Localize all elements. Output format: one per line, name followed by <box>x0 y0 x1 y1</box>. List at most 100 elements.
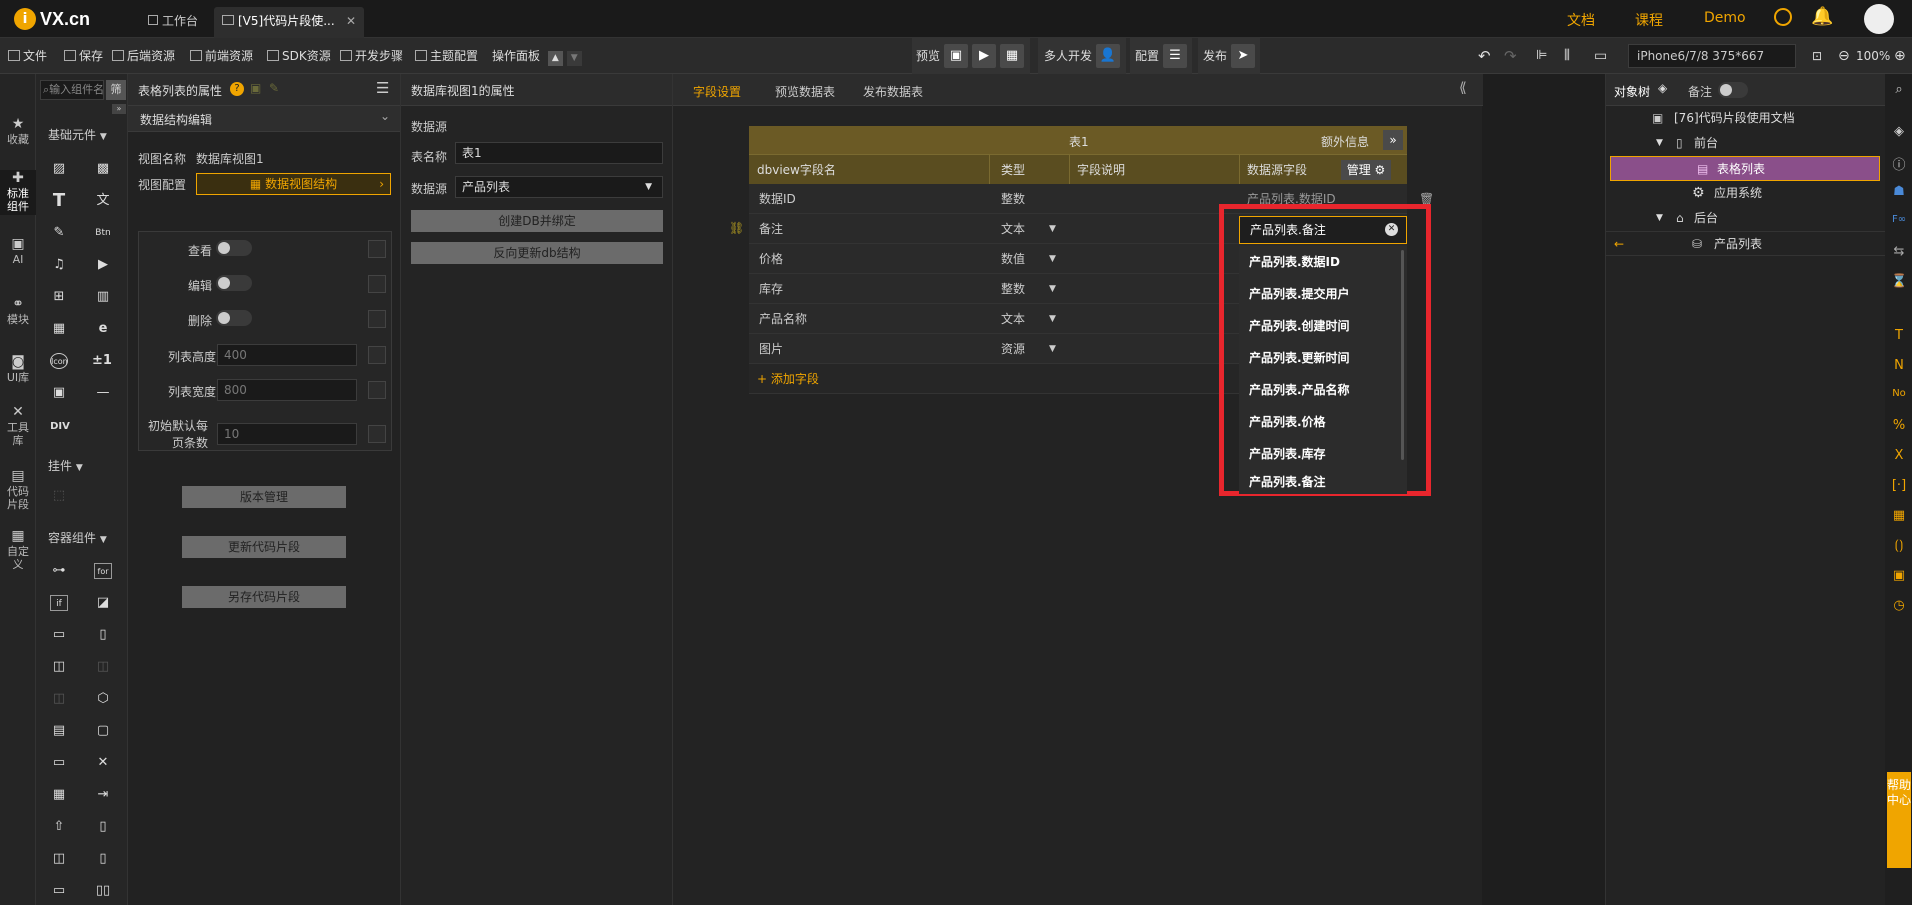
close-icon[interactable]: ✕ <box>346 7 356 35</box>
undo-icon[interactable]: ↶ <box>1478 38 1491 74</box>
chart-icon[interactable]: ▥ <box>94 289 112 305</box>
arrow-down-icon[interactable]: ▼ <box>566 51 582 66</box>
users-icon[interactable]: 👤 <box>1096 44 1120 68</box>
shield-icon[interactable]: ⬡ <box>94 691 112 707</box>
section-plugins[interactable]: 挂件 ▼ <box>48 457 83 474</box>
dropdown-option[interactable]: 产品列表.创建时间 <box>1239 310 1401 342</box>
manage-button[interactable]: 管理 ⚙ <box>1341 160 1391 180</box>
video-icon[interactable]: ▶ <box>94 257 112 273</box>
dropdown-option[interactable]: 产品列表.备注 <box>1239 470 1407 494</box>
send-icon[interactable]: ➤ <box>1231 44 1255 68</box>
notes-toggle[interactable] <box>1718 82 1748 98</box>
marquee-icon[interactable]: ⊞ <box>50 289 68 305</box>
dropdown-option[interactable]: 产品列表.库存 <box>1239 438 1401 470</box>
table-icon[interactable]: ▦ <box>50 787 68 803</box>
tab-icon[interactable]: ▭ <box>50 883 68 899</box>
source-select[interactable]: 产品列表 ▼ <box>455 176 663 198</box>
logo[interactable]: i VX.cn <box>14 7 90 31</box>
divider-icon[interactable]: — <box>94 385 112 401</box>
docs-link[interactable]: 文档 <box>1567 10 1595 30</box>
search-icon[interactable]: ⌕ <box>1891 82 1907 97</box>
type-object-icon[interactable]: ⟮⟯ <box>1891 538 1907 553</box>
sdk-resources[interactable]: SDK资源 <box>267 38 331 74</box>
icon-component-icon[interactable]: Icon <box>50 353 68 369</box>
caret-down-icon[interactable]: ▼ <box>1049 274 1056 304</box>
dev-steps[interactable]: 开发步骤 <box>340 38 403 74</box>
play-icon[interactable]: ▶ <box>972 44 996 68</box>
div-component[interactable]: DIV <box>48 419 72 435</box>
container-icon[interactable]: ◫ <box>94 659 112 675</box>
dropdown-option[interactable]: 产品列表.价格 <box>1239 406 1401 438</box>
cube-icon[interactable]: ◈ <box>1891 124 1907 139</box>
expand-icon[interactable]: » <box>1383 130 1403 150</box>
sliders-icon[interactable]: ☰ <box>1163 44 1187 68</box>
qrcode-icon[interactable]: ▣ <box>50 385 68 401</box>
music-icon[interactable]: ♫ <box>50 257 68 273</box>
tab-notes[interactable]: 备注 <box>1688 83 1712 100</box>
shuffle-icon[interactable]: ✕ <box>94 755 112 771</box>
book-icon[interactable]: ▯▯ <box>94 883 112 899</box>
tree-node-app-system[interactable]: ⚙ 应用系统 <box>1606 181 1886 206</box>
flow-icon[interactable]: ⊶ <box>50 563 68 579</box>
section-container[interactable]: 容器组件 ▼ <box>48 529 107 546</box>
popup-icon[interactable]: ◫ <box>50 659 68 675</box>
menu-icon[interactable]: ☰ <box>376 79 389 97</box>
dropdown-option[interactable]: 产品列表.产品名称 <box>1239 374 1401 406</box>
for-icon[interactable]: for <box>94 563 112 579</box>
delete-toggle[interactable] <box>216 310 252 326</box>
copy-icon[interactable] <box>368 346 386 364</box>
collapse-icon[interactable]: ⟪ <box>1459 80 1467 96</box>
list-width-input[interactable]: 800 <box>217 379 357 401</box>
file-menu[interactable]: 文件 <box>8 38 47 74</box>
search-icon[interactable] <box>1774 8 1792 26</box>
zoom-out-icon[interactable]: ⊖ <box>1838 38 1850 74</box>
counter-icon[interactable]: ±1 <box>92 353 112 369</box>
caret-down-icon[interactable]: ▼ <box>1049 244 1056 274</box>
dropdown-option[interactable]: 产品列表.更新时间 <box>1239 342 1401 374</box>
type-image-icon[interactable]: ▣ <box>1891 568 1907 583</box>
preview-file-icon[interactable]: ▣ <box>944 44 968 68</box>
copy-icon[interactable] <box>368 240 386 258</box>
tab-publish-table[interactable]: 发布数据表 <box>863 83 923 100</box>
backend-resources[interactable]: 后端资源 <box>112 38 175 74</box>
rail-custom[interactable]: ▦ 自定义 <box>0 529 36 571</box>
tree-node-backend[interactable]: ▼ ⌂ 后台 <box>1606 206 1886 231</box>
picture-icon[interactable]: ▩ <box>94 161 112 177</box>
info-icon[interactable]: ⓘ <box>1891 154 1907 173</box>
copy-icon[interactable] <box>368 310 386 328</box>
hourglass-icon[interactable]: ⌛ <box>1891 274 1907 289</box>
copy-icon[interactable] <box>368 275 386 293</box>
tree-node-root[interactable]: ▣ [76]代码片段使用文档 <box>1606 106 1886 131</box>
drag-icon[interactable]: ◪ <box>94 595 112 611</box>
section-basic[interactable]: 基础元件 ▼ <box>48 126 107 143</box>
help-icon[interactable]: ? <box>230 82 244 96</box>
export-icon[interactable]: ⇥ <box>94 787 112 803</box>
help-center-button[interactable]: 帮助中心 <box>1887 772 1911 868</box>
edit-icon[interactable]: ✎ <box>50 225 68 241</box>
translate-icon[interactable]: 文 <box>94 193 112 209</box>
collapse-icon[interactable]: » <box>112 104 126 114</box>
create-db-button[interactable]: 创建DB并绑定 <box>411 210 663 232</box>
edit-icon[interactable]: ✎ <box>269 81 279 95</box>
view-toggle[interactable] <box>216 240 252 256</box>
type-time-icon[interactable]: ◷ <box>1891 598 1907 613</box>
type-number-icon[interactable]: N <box>1891 358 1907 373</box>
demo-link[interactable]: Demo <box>1704 10 1746 26</box>
clear-icon[interactable]: ✕ <box>1385 223 1398 236</box>
courses-link[interactable]: 课程 <box>1635 10 1663 30</box>
view-structure-button[interactable]: ▦ 数据视图结构 › <box>196 173 391 195</box>
dropdown-option[interactable]: 产品列表.提交用户 <box>1239 278 1401 310</box>
copy-icon[interactable] <box>368 381 386 399</box>
reverse-update-button[interactable]: 反向更新db结构 <box>411 242 663 264</box>
dropdown-scrollbar[interactable] <box>1401 250 1404 460</box>
tree-node-frontend[interactable]: ▼ ▯ 前台 <box>1606 131 1886 156</box>
fit-icon[interactable]: ⊡ <box>1812 38 1822 74</box>
rail-standard[interactable]: ✚ 标准组件 <box>0 170 36 215</box>
rail-ui-library[interactable]: ◙ UI库 <box>0 355 36 384</box>
page-size-input[interactable]: 10 <box>217 423 357 445</box>
theme-config[interactable]: 主题配置 <box>415 38 478 74</box>
section-header[interactable]: 数据结构编辑 ⌄ <box>128 106 400 132</box>
add-field-button[interactable]: + 添加字段 <box>757 364 819 394</box>
frame-icon[interactable]: ▢ <box>94 723 112 739</box>
type-x-icon[interactable]: X <box>1891 448 1907 463</box>
